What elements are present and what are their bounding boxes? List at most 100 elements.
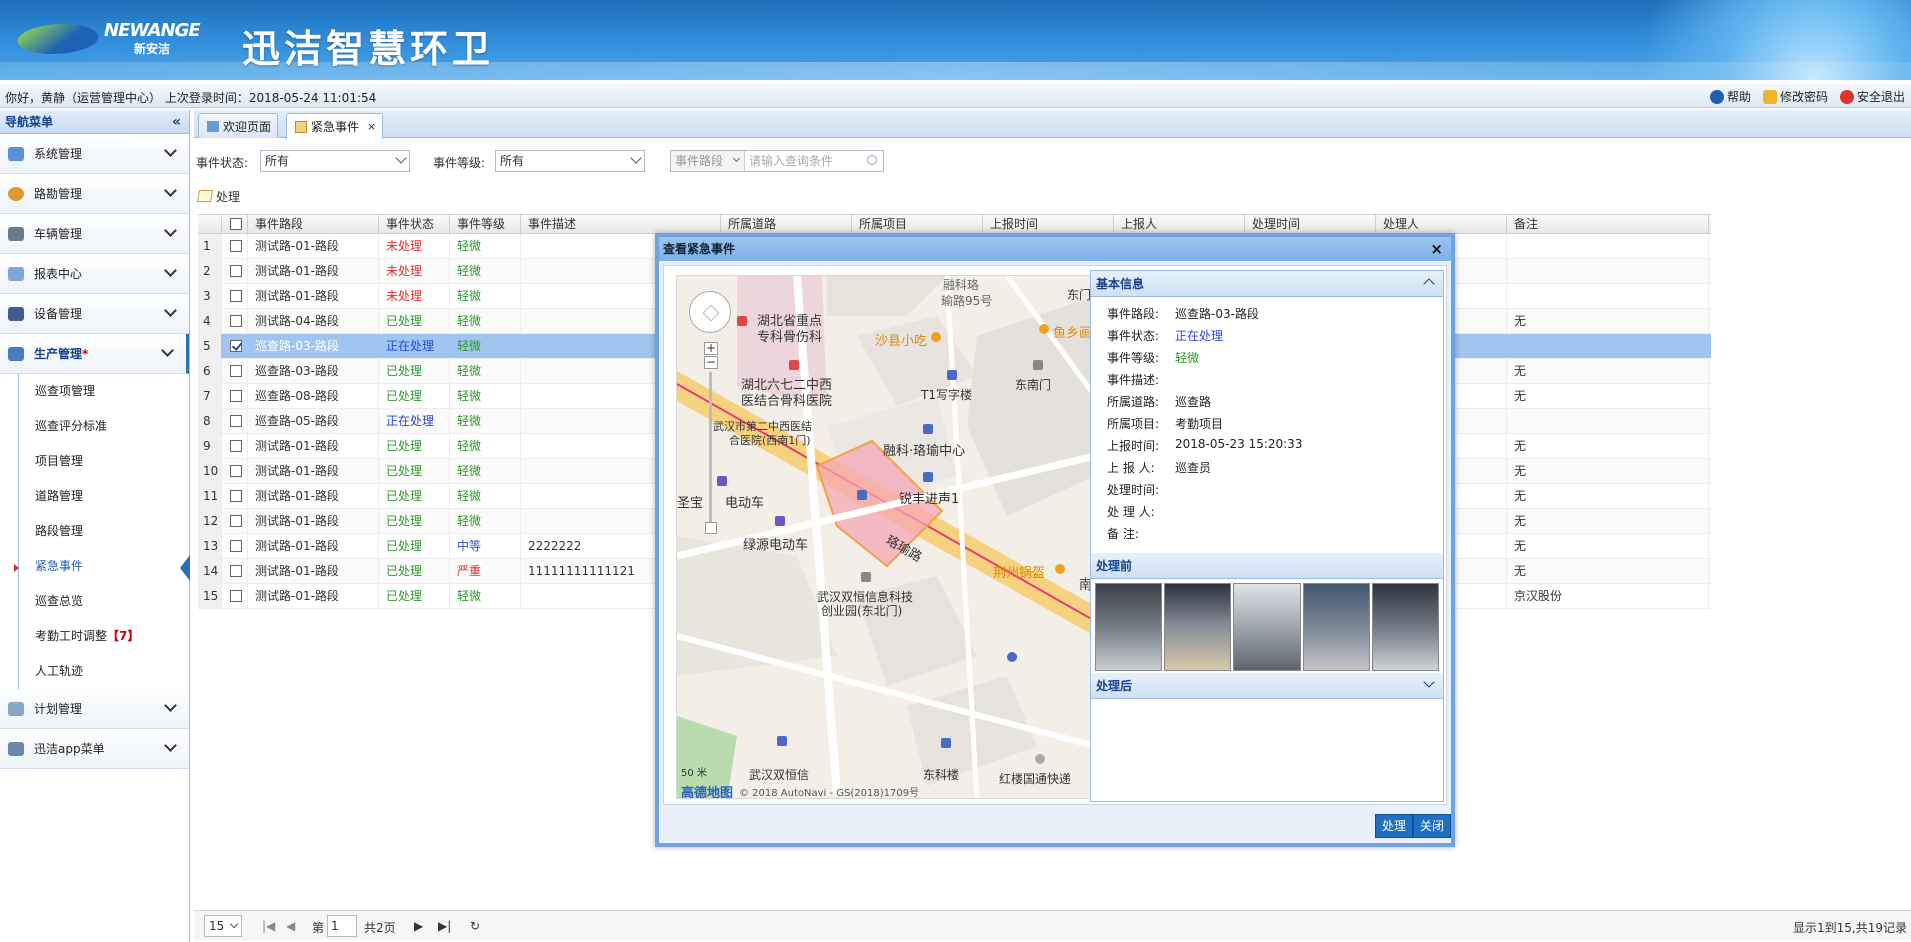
logout-link[interactable]: 安全退出 bbox=[1839, 88, 1905, 105]
dialog-close-button[interactable]: 关闭 bbox=[1413, 814, 1451, 838]
row-checkbox[interactable] bbox=[230, 290, 242, 302]
process-button[interactable]: 处理 bbox=[216, 188, 240, 205]
menu-group-route-survey[interactable]: 路勘管理 bbox=[0, 174, 189, 214]
logo-brand-cn: 新安洁 bbox=[134, 42, 171, 56]
hospital-poi-icon bbox=[737, 316, 747, 326]
cell-status: 已处理 bbox=[379, 459, 450, 483]
search-input[interactable]: 请输入查询条件 bbox=[749, 151, 833, 171]
row-number: 15 bbox=[198, 584, 222, 608]
dialog-body: 融科珞 瑜路95号 东门 湖北省重点 专科骨伤科 沙县小吃 鱼乡画 湖北六七二中… bbox=[663, 265, 1447, 805]
dialog-close-icon[interactable]: × bbox=[1430, 237, 1443, 261]
sub-item-attendance-adjust[interactable]: 考勤工时调整【7】 bbox=[19, 619, 189, 654]
collapse-sidebar-icon[interactable]: « bbox=[172, 110, 181, 134]
header-col[interactable]: 所属项目 bbox=[852, 215, 983, 233]
help-link[interactable]: 帮助 bbox=[1709, 88, 1751, 105]
header-col[interactable]: 事件描述 bbox=[521, 215, 721, 233]
change-password-link[interactable]: 修改密码 bbox=[1762, 88, 1828, 105]
header-col[interactable]: 事件等级 bbox=[450, 215, 521, 233]
row-checkbox[interactable] bbox=[230, 415, 242, 427]
menu-group-planning[interactable]: 计划管理 bbox=[0, 689, 189, 729]
header-select-all[interactable] bbox=[222, 215, 248, 233]
header-col[interactable]: 备注 bbox=[1507, 215, 1709, 233]
row-checkbox[interactable] bbox=[230, 465, 242, 477]
prev-page-icon[interactable]: ◀ bbox=[286, 919, 295, 933]
first-page-icon[interactable]: |◀ bbox=[262, 919, 275, 933]
level-filter-select[interactable]: 所有 bbox=[495, 150, 645, 172]
after-processing-header[interactable]: 处理后 bbox=[1091, 673, 1443, 699]
zoom-in-button[interactable]: + bbox=[704, 342, 718, 355]
app-header: NEWANGE 新安洁 迅洁智慧环卫 bbox=[0, 0, 1911, 80]
menu-group-reports[interactable]: 报表中心 bbox=[0, 254, 189, 294]
sub-item-patrol-scoring[interactable]: 巡查评分标准 bbox=[19, 409, 189, 444]
header-col[interactable]: 处理人 bbox=[1376, 215, 1507, 233]
row-checkbox[interactable] bbox=[230, 340, 242, 352]
sub-item-patrol-items[interactable]: 巡查项管理 bbox=[19, 374, 189, 409]
section-title: 处理前 bbox=[1096, 559, 1133, 573]
sub-item-emergency-events[interactable]: 紧急事件 bbox=[14, 549, 189, 584]
company-logo: NEWANGE 新安洁 bbox=[12, 20, 208, 56]
row-checkbox[interactable] bbox=[230, 490, 242, 502]
row-checkbox[interactable] bbox=[230, 240, 242, 252]
row-checkbox[interactable] bbox=[230, 590, 242, 602]
row-checkbox[interactable] bbox=[230, 515, 242, 527]
logo-swoosh-icon bbox=[12, 24, 104, 54]
sub-item-roads[interactable]: 道路管理 bbox=[19, 479, 189, 514]
menu-group-app-menu[interactable]: 迅洁app菜单 bbox=[0, 729, 189, 769]
zoom-out-button[interactable]: − bbox=[704, 356, 718, 369]
row-number: 4 bbox=[198, 309, 222, 333]
sub-item-road-sections[interactable]: 路段管理 bbox=[19, 514, 189, 549]
photo-thumbnail[interactable] bbox=[1371, 583, 1440, 671]
header-col[interactable]: 上报人 bbox=[1114, 215, 1245, 233]
search-icon[interactable] bbox=[867, 155, 877, 165]
zoom-track[interactable] bbox=[709, 372, 712, 522]
dialog-footer: 处理 关闭 bbox=[659, 809, 1451, 843]
row-checkbox[interactable] bbox=[230, 315, 242, 327]
event-location-map[interactable]: 融科珞 瑜路95号 东门 湖北省重点 专科骨伤科 沙县小吃 鱼乡画 湖北六七二中… bbox=[676, 275, 1094, 799]
chevron-down-icon[interactable] bbox=[1423, 676, 1435, 688]
grid-toolbar: 处理 bbox=[196, 184, 240, 208]
refresh-icon[interactable]: ↻ bbox=[470, 919, 480, 933]
next-page-icon[interactable]: ▶ bbox=[414, 919, 423, 933]
truck-icon bbox=[8, 226, 24, 241]
menu-group-devices[interactable]: 设备管理 bbox=[0, 294, 189, 334]
select-all-checkbox[interactable] bbox=[230, 218, 242, 230]
chevron-up-icon[interactable] bbox=[1423, 278, 1435, 290]
zoom-slider-handle[interactable] bbox=[705, 522, 717, 534]
sub-item-manual-track[interactable]: 人工轨迹 bbox=[19, 654, 189, 689]
row-checkbox[interactable] bbox=[230, 390, 242, 402]
header-col[interactable]: 上报时间 bbox=[983, 215, 1114, 233]
attendance-badge: 【7】 bbox=[107, 629, 140, 643]
dialog-process-button[interactable]: 处理 bbox=[1375, 814, 1414, 838]
header-col[interactable]: 处理时间 bbox=[1245, 215, 1376, 233]
basic-info-header[interactable]: 基本信息 bbox=[1091, 271, 1443, 297]
last-page-icon[interactable]: ▶| bbox=[438, 919, 451, 933]
row-checkbox[interactable] bbox=[230, 540, 242, 552]
status-filter-select[interactable]: 所有 bbox=[260, 150, 410, 172]
header-col[interactable]: 事件状态 bbox=[379, 215, 450, 233]
menu-group-vehicle[interactable]: 车辆管理 bbox=[0, 214, 189, 254]
row-checkbox[interactable] bbox=[230, 265, 242, 277]
tab-welcome[interactable]: 欢迎页面 bbox=[198, 113, 279, 138]
photo-thumbnail[interactable] bbox=[1233, 583, 1301, 671]
photo-thumbnail[interactable] bbox=[1095, 583, 1163, 671]
header-col[interactable]: 所属道路 bbox=[721, 215, 852, 233]
menu-group-production[interactable]: 生产管理 * bbox=[0, 334, 189, 374]
tab-close-icon[interactable]: × bbox=[367, 120, 376, 133]
row-checkbox[interactable] bbox=[230, 440, 242, 452]
menu-group-system[interactable]: 系统管理 bbox=[0, 134, 189, 174]
photo-thumbnail[interactable] bbox=[1302, 583, 1370, 671]
row-checkbox[interactable] bbox=[230, 565, 242, 577]
page-number-input[interactable]: 1 bbox=[327, 915, 357, 937]
map-pan-control[interactable] bbox=[689, 291, 731, 333]
tab-emergency-events[interactable]: 紧急事件 × bbox=[286, 113, 384, 139]
page-size-select[interactable]: 15 bbox=[204, 915, 242, 937]
sub-item-projects[interactable]: 项目管理 bbox=[19, 444, 189, 479]
header-col[interactable]: 事件路段 bbox=[248, 215, 379, 233]
search-kind-select[interactable]: 事件路段 bbox=[671, 151, 745, 171]
calendar-icon bbox=[8, 701, 24, 716]
map-copyright: © 2018 AutoNavi - GS(2018)1709号 bbox=[739, 788, 920, 799]
map-brand-logo: 高德地图 bbox=[681, 786, 734, 799]
photo-thumbnail[interactable] bbox=[1164, 583, 1232, 671]
sub-item-patrol-overview[interactable]: 巡查总览 bbox=[19, 584, 189, 619]
row-checkbox[interactable] bbox=[230, 365, 242, 377]
